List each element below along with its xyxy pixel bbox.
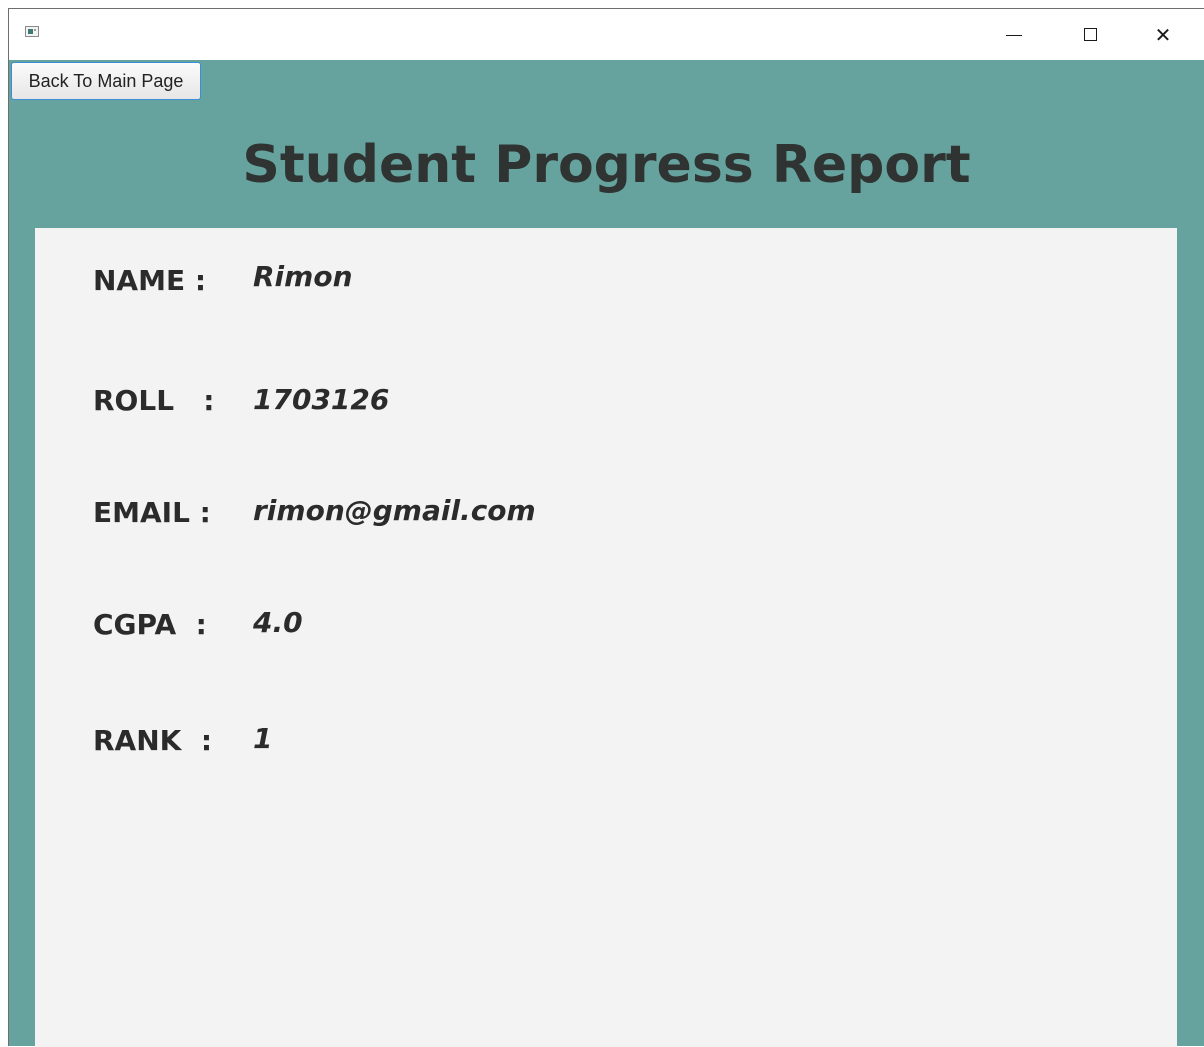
minimize-button[interactable]	[984, 9, 1044, 60]
email-label: EMAIL :	[93, 496, 211, 529]
app-window: ✕ Back To Main Page Student Progress Rep…	[8, 8, 1204, 1047]
name-value: Rimon	[253, 260, 353, 293]
minimize-icon	[1006, 35, 1022, 36]
maximize-icon	[1083, 28, 1097, 41]
rank-value: 1	[253, 722, 273, 755]
close-icon: ✕	[1154, 22, 1172, 47]
roll-value: 1703126	[253, 383, 390, 416]
name-label: NAME :	[93, 264, 207, 297]
app-window-icon	[25, 26, 39, 37]
close-button[interactable]: ✕	[1133, 9, 1193, 60]
maximize-button[interactable]	[1060, 9, 1120, 60]
cgpa-value: 4.0	[253, 606, 303, 639]
student-details-card: NAME : Rimon ROLL : 1703126 EMAIL : rimo…	[35, 228, 1177, 1047]
page-title: Student Progress Report	[242, 135, 971, 195]
rank-label: RANK :	[93, 724, 213, 757]
roll-label: ROLL :	[93, 384, 215, 417]
email-value: rimon@gmail.com	[253, 494, 536, 527]
cgpa-label: CGPA :	[93, 608, 207, 641]
title-bar[interactable]: ✕	[9, 9, 1204, 60]
back-to-main-page-button[interactable]: Back To Main Page	[11, 62, 201, 100]
